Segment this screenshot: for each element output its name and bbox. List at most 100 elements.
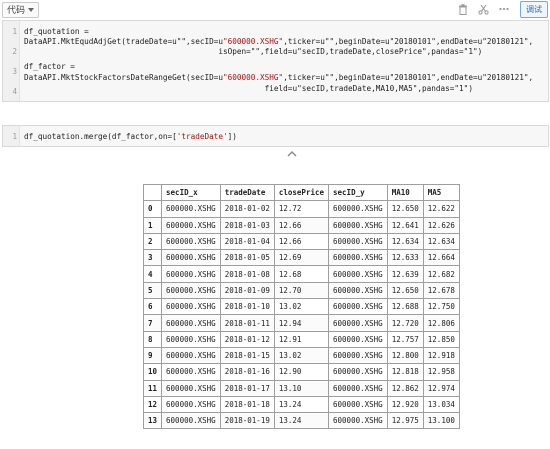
table-cell: 12.750 (422, 298, 460, 316)
table-cell: 12.818 (386, 363, 424, 381)
row-index-cell: 0 (142, 200, 163, 218)
table-cell: 600000.XSHG (161, 363, 221, 381)
table-cell: 600000.XSHG (328, 232, 388, 251)
collapse-output-icon[interactable] (285, 149, 299, 159)
column-header: tradeDate (219, 183, 275, 202)
table-cell: 12.850 (422, 330, 460, 348)
table-cell: 600000.XSHG (161, 330, 221, 348)
column-header: secID_x (161, 183, 221, 202)
table-row: 10 600000.XSHG 2018-01-16 12.90 600000.XSHG 1… (142, 363, 460, 381)
chevron-down-icon (28, 8, 35, 12)
table-cell: 12.650 (386, 281, 424, 300)
table-cell: 13.24 (273, 395, 330, 414)
cell-toolbar: 代码 调试 (0, 0, 550, 20)
code-line: field=u"secID,tradeDate,MA10,MA5",pandas… (24, 84, 473, 93)
code-line: df_factor = (24, 62, 75, 71)
table-cell: 600000.XSHG (161, 379, 221, 397)
code-cell-2[interactable]: 1 df_quotation.merge(df_factor,on=['trad… (2, 125, 549, 147)
row-index-cell: 2 (142, 232, 163, 251)
table-cell: 12.862 (386, 379, 424, 397)
table-row: 12 600000.XSHG 2018-01-18 13.24 600000.XSHG 1… (142, 395, 460, 414)
table-row: 7 600000.XSHG 2018-01-11 12.94 600000.XSHG 12… (142, 314, 460, 332)
row-index-cell: 9 (142, 346, 163, 365)
table-cell: 12.70 (273, 281, 330, 300)
table-cell: 12.69 (273, 249, 330, 267)
table-cell: 12.66 (273, 232, 330, 251)
trash-icon[interactable] (456, 2, 470, 16)
table-cell: 12.641 (386, 216, 424, 234)
row-index-cell: 3 (142, 249, 163, 267)
table-row: 2 600000.XSHG 2018-01-04 12.66 600000.XSHG 12… (142, 232, 460, 251)
more-icon[interactable] (497, 2, 511, 16)
table-cell: 12.90 (273, 363, 330, 381)
scissors-icon[interactable] (476, 2, 490, 16)
table-cell: 12.94 (273, 314, 330, 332)
row-index-cell: 7 (142, 314, 163, 332)
line-number: 1 (12, 132, 17, 141)
line-number: 1 (12, 27, 17, 36)
table-cell: 2018-01-08 (219, 265, 275, 283)
table-cell: 600000.XSHG (161, 265, 221, 283)
cell-type-label: 代码 (7, 5, 26, 15)
row-index-cell: 13 (142, 412, 163, 430)
table-cell: 600000.XSHG (161, 346, 221, 365)
run-button[interactable]: 调试 (520, 1, 548, 18)
table-cell: 2018-01-12 (219, 330, 275, 348)
line-number: 4 (12, 87, 17, 96)
table-cell: 12.920 (386, 395, 424, 414)
table-cell: 13.02 (273, 346, 330, 365)
table-cell: 600000.XSHG (328, 314, 388, 332)
table-cell: 12.622 (422, 200, 460, 218)
table-cell: 600000.XSHG (161, 232, 221, 251)
table-cell: 12.626 (422, 216, 460, 234)
row-index-cell: 8 (142, 330, 163, 348)
row-index-cell: 1 (142, 216, 163, 234)
column-header: secID_y (328, 183, 388, 202)
column-header: MA5 (422, 183, 460, 202)
table-cell: 12.918 (422, 346, 460, 365)
table-cell: 600000.XSHG (161, 281, 221, 300)
table-cell: 600000.XSHG (161, 314, 221, 332)
table-cell: 13.02 (273, 298, 330, 316)
table-cell: 600000.XSHG (328, 395, 388, 414)
table-cell: 12.68 (273, 265, 330, 283)
code-line: df_quotation.merge(df_factor,on=['tradeD… (24, 132, 237, 141)
table-cell: 12.800 (386, 346, 424, 365)
table-cell: 12.66 (273, 216, 330, 234)
line-number-gutter: 1 2 3 4 (3, 21, 20, 101)
table-cell: 600000.XSHG (161, 412, 221, 430)
table-cell: 2018-01-17 (219, 379, 275, 397)
table-cell: 2018-01-10 (219, 298, 275, 316)
column-header: MA10 (386, 183, 424, 202)
row-index-cell: 6 (142, 298, 163, 316)
column-header (142, 183, 163, 202)
dataframe-table: secID_x tradeDate closePrice secID_y MA1… (142, 183, 460, 430)
line-number-gutter: 1 (3, 126, 20, 146)
table-cell: 12.664 (422, 249, 460, 267)
code-cell-1[interactable]: 1 2 3 4 df_quotation = DataAPI.MktEqudAd… (2, 20, 549, 102)
row-index-cell: 4 (142, 265, 163, 283)
table-cell: 12.806 (422, 314, 460, 332)
cell-type-select[interactable]: 代码 (2, 2, 40, 18)
table-cell: 600000.XSHG (328, 346, 388, 365)
table-row: 6 600000.XSHG 2018-01-10 13.02 600000.XSHG 12… (142, 298, 460, 316)
table-cell: 600000.XSHG (161, 216, 221, 234)
code-line: isOpen="",field=u"secID,tradeDate,closeP… (24, 47, 483, 56)
row-index-cell: 11 (142, 379, 163, 397)
table-cell: 12.91 (273, 330, 330, 348)
table-cell: 12.633 (386, 249, 424, 267)
table-cell: 2018-01-15 (219, 346, 275, 365)
table-cell: 600000.XSHG (328, 379, 388, 397)
table-cell: 12.678 (422, 281, 460, 300)
row-index-cell: 10 (142, 363, 163, 381)
table-cell: 12.720 (386, 314, 424, 332)
cell-output: secID_x tradeDate closePrice secID_y MA1… (2, 160, 547, 449)
column-header: closePrice (273, 183, 330, 202)
table-cell: 2018-01-05 (219, 249, 275, 267)
table-cell: 600000.XSHG (161, 298, 221, 316)
table-cell: 13.100 (422, 412, 460, 430)
table-header-row: secID_x tradeDate closePrice secID_y MA1… (142, 183, 460, 202)
table-cell: 12.634 (386, 232, 424, 251)
table-cell: 600000.XSHG (328, 249, 388, 267)
table-cell: 12.958 (422, 363, 460, 381)
